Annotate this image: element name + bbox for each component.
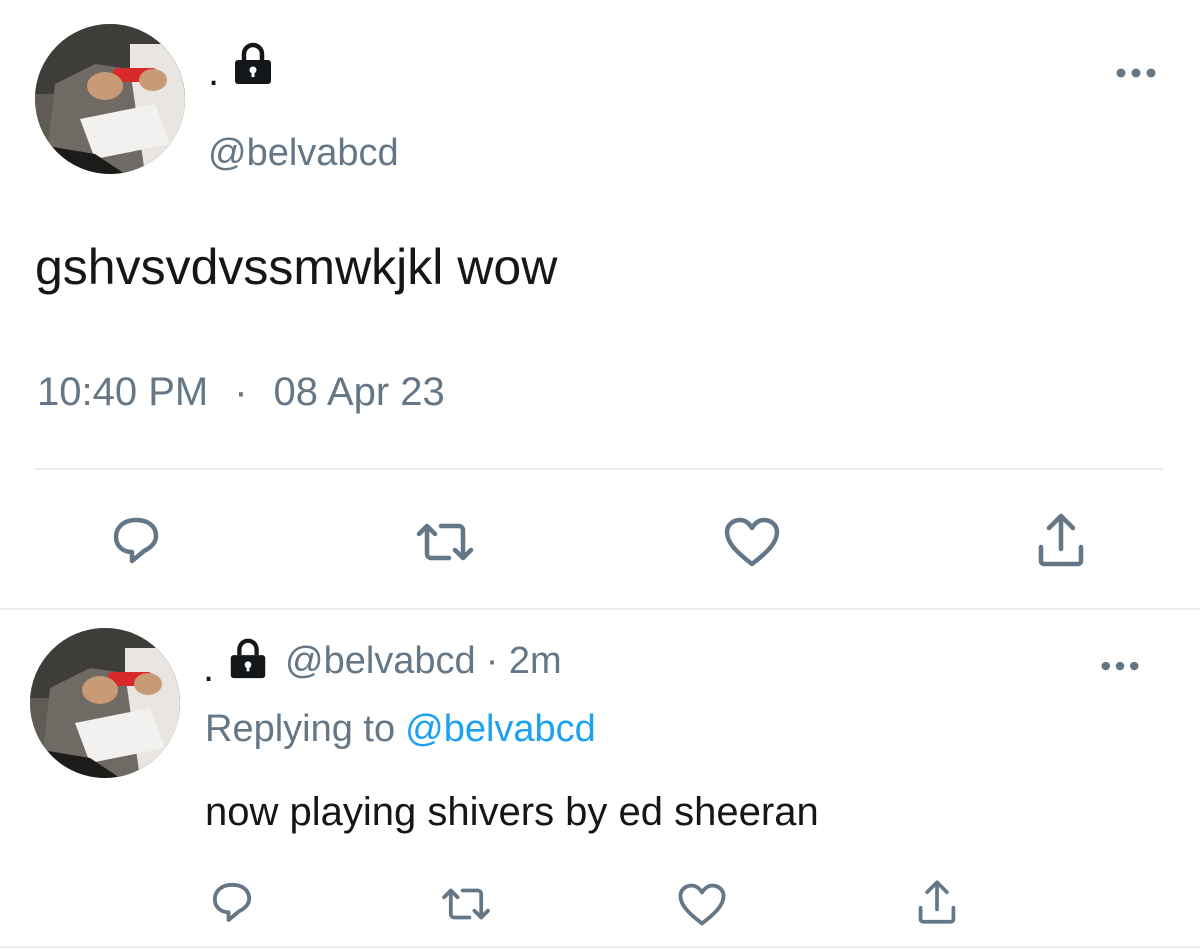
heart-icon[interactable] [676, 880, 728, 928]
replying-to: Replying to @belvabcd [205, 708, 596, 751]
avatar[interactable] [35, 24, 185, 174]
retweet-icon[interactable] [413, 514, 477, 570]
tweet-timestamp: 10:40 PM · 08 Apr 23 [37, 370, 445, 415]
reply-display-name: . [203, 646, 215, 690]
reply-age: · 2m [485, 640, 562, 682]
divider [0, 608, 1200, 610]
reply-text: now playing shivers by ed sheeran [205, 790, 819, 834]
retweet-icon[interactable] [438, 880, 494, 928]
separator-dot: · [234, 370, 248, 414]
user-handle[interactable]: @belvabcd [208, 132, 399, 175]
tweet-time: 10:40 PM [37, 370, 209, 414]
heart-icon[interactable] [722, 514, 782, 570]
more-icon[interactable] [1112, 58, 1160, 88]
divider [0, 946, 1200, 948]
reply-avatar[interactable] [30, 628, 180, 778]
replying-to-label: Replying to [205, 708, 396, 750]
reply-header: @belvabcd · 2m [285, 640, 562, 683]
display-name: . [208, 50, 220, 94]
tweet-date: 08 Apr 23 [273, 370, 445, 414]
share-icon[interactable] [1031, 510, 1091, 570]
reply-user-handle[interactable]: @belvabcd [285, 640, 476, 683]
share-icon[interactable] [912, 876, 962, 928]
reply-icon[interactable] [104, 508, 168, 572]
reply-icon[interactable] [206, 876, 258, 928]
lock-icon [230, 40, 276, 86]
lock-icon [226, 636, 270, 680]
divider [35, 468, 1163, 470]
more-icon[interactable] [1098, 654, 1142, 678]
replying-to-handle[interactable]: @belvabcd [405, 708, 596, 751]
tweet-text: gshvsvdvssmwkjkl wow [35, 239, 558, 295]
